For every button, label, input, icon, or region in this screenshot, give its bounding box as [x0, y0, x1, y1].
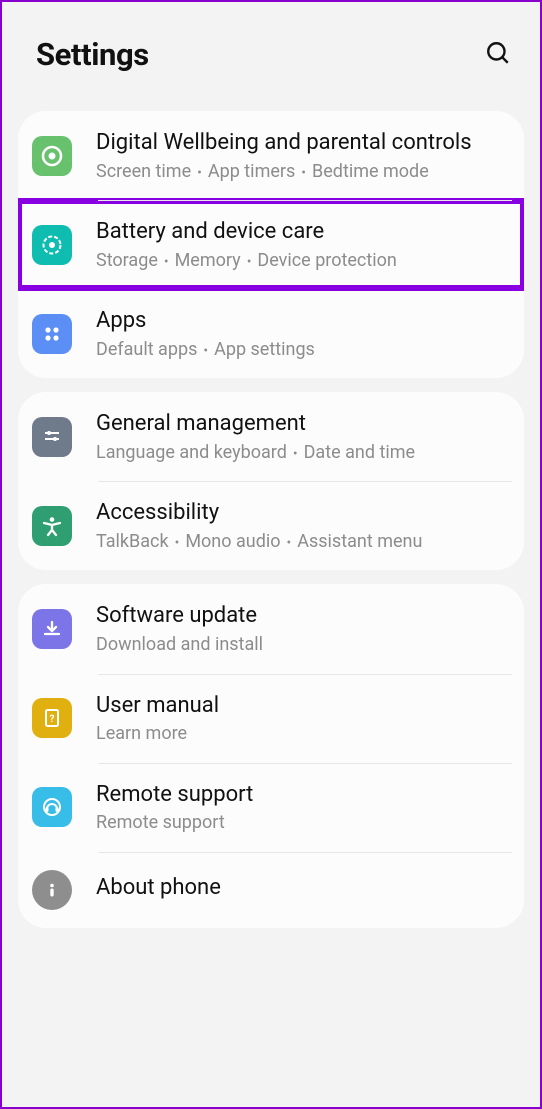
about-phone-icon — [32, 870, 72, 910]
item-title: Remote support — [96, 781, 510, 809]
item-title: Digital Wellbeing and parental controls — [96, 129, 510, 157]
item-subtitle: Language and keyboard•Date and time — [96, 442, 510, 464]
item-subtitle: Download and install — [96, 634, 510, 656]
apps-icon — [32, 314, 72, 354]
item-title: User manual — [96, 692, 510, 720]
settings-group: General management Language and keyboard•… — [18, 392, 524, 570]
settings-list: Digital Wellbeing and parental controls S… — [2, 111, 540, 928]
item-title: Accessibility — [96, 499, 510, 527]
settings-item[interactable]: Software update Download and install — [18, 584, 524, 673]
device-care-icon — [32, 225, 72, 265]
item-subtitle: Screen time•App timers•Bedtime mode — [96, 161, 510, 183]
accessibility-icon — [32, 506, 72, 546]
item-title: Apps — [96, 307, 510, 335]
item-subtitle: Default apps•App settings — [96, 339, 510, 361]
header: Settings — [2, 2, 540, 103]
settings-group: Digital Wellbeing and parental controls S… — [18, 111, 524, 378]
user-manual-icon — [32, 698, 72, 738]
settings-item[interactable]: About phone — [18, 852, 524, 928]
settings-item[interactable]: Remote support Remote support — [18, 763, 524, 852]
settings-item[interactable]: Apps Default apps•App settings — [18, 289, 524, 378]
item-subtitle: Remote support — [96, 812, 510, 834]
item-title: Software update — [96, 602, 510, 630]
page-title: Settings — [36, 36, 149, 73]
item-title: Battery and device care — [96, 218, 510, 246]
search-icon — [485, 40, 511, 69]
general-mgmt-icon — [32, 417, 72, 457]
remote-support-icon — [32, 787, 72, 827]
item-title: General management — [96, 410, 510, 438]
item-subtitle: TalkBack•Mono audio•Assistant menu — [96, 531, 510, 553]
settings-group: Software update Download and install User … — [18, 584, 524, 927]
settings-item[interactable]: User manual Learn more — [18, 674, 524, 763]
settings-item[interactable]: General management Language and keyboard•… — [18, 392, 524, 481]
settings-item[interactable]: Battery and device care Storage•Memory•De… — [18, 200, 524, 289]
settings-item[interactable]: Accessibility TalkBack•Mono audio•Assista… — [18, 481, 524, 570]
search-button[interactable] — [484, 41, 512, 69]
wellbeing-icon — [32, 136, 72, 176]
software-update-icon — [32, 609, 72, 649]
item-title: About phone — [96, 874, 510, 902]
settings-item[interactable]: Digital Wellbeing and parental controls S… — [18, 111, 524, 200]
item-subtitle: Learn more — [96, 723, 510, 745]
item-subtitle: Storage•Memory•Device protection — [96, 250, 510, 272]
